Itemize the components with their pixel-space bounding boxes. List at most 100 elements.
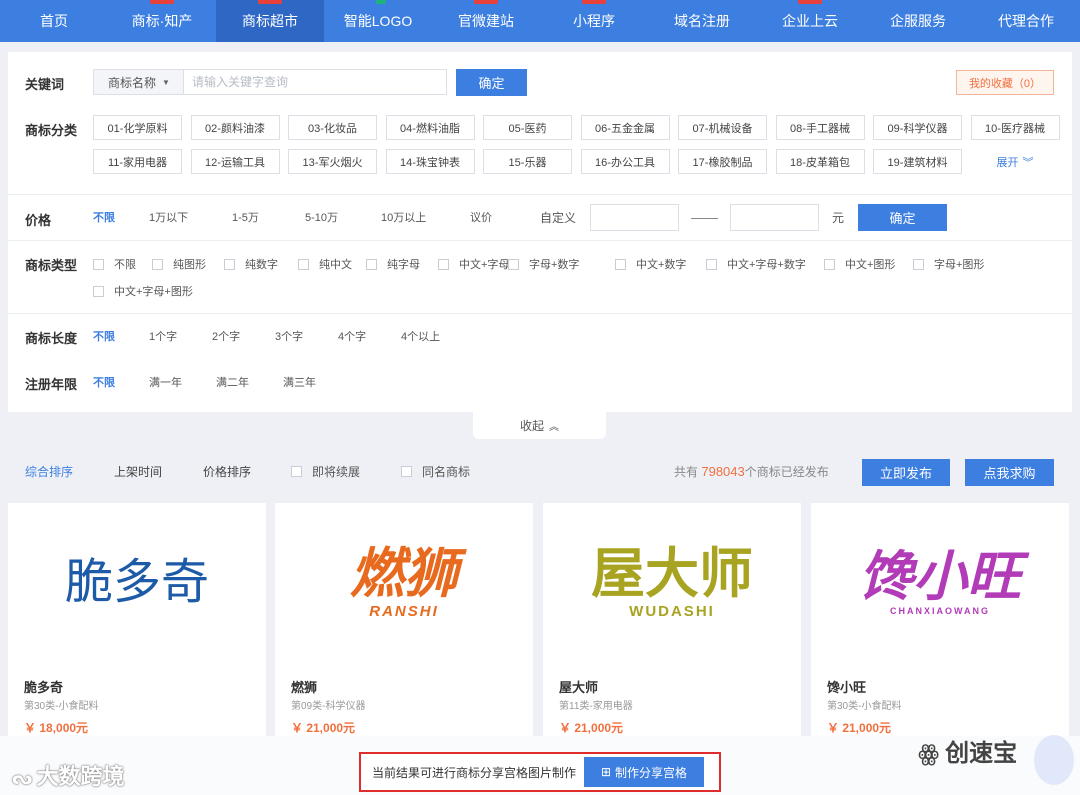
price-max-input[interactable] [730,204,819,231]
category-chip[interactable]: 06-五金金属 [580,115,670,140]
checkbox[interactable] [93,285,104,297]
nav-item[interactable]: 代理合作 [972,0,1080,42]
years-option[interactable]: 满三年 [283,374,316,390]
type-option[interactable]: 不限 [93,256,136,272]
type-option[interactable]: 纯中文 [298,256,352,272]
nav-item-label: 官微建站 [458,13,514,29]
type-option[interactable]: 纯图形 [152,256,206,272]
category-chip[interactable]: 16-办公工具 [580,149,670,174]
category-chip[interactable]: 15-乐器 [483,149,572,174]
my-favorites-button[interactable]: 我的收藏（0） [956,70,1054,95]
nav-item[interactable]: 首页 [0,0,108,42]
count-suffix: 个商标已经发布 [744,465,829,479]
trademark-class: 第30类-小食配料 [24,701,99,712]
category-chip[interactable]: 19-建筑材料 [873,149,962,174]
length-option[interactable]: 4个字 [338,328,366,344]
length-option[interactable]: 不限 [93,328,115,344]
sort-filter-check[interactable]: 即将续展 [291,463,360,480]
price-option[interactable]: 1-5万 [232,209,259,225]
years-option[interactable]: 不限 [93,374,115,390]
checkbox[interactable] [366,258,377,270]
length-option[interactable]: 1个字 [149,328,177,344]
collapse-toggle[interactable]: 收起 ︽ [473,412,606,439]
category-chip[interactable]: 04-燃料油脂 [385,115,475,140]
type-option-label: 中文+字母+数字 [727,259,806,271]
keyword-type-select[interactable]: 商标名称 ▼ [93,69,183,95]
nav-item[interactable]: 智能LOGO [324,0,432,42]
nav-item[interactable]: 企服服务 [864,0,972,42]
checkbox[interactable] [615,258,626,270]
price-option[interactable]: 1万以下 [149,209,188,225]
price-option[interactable]: 10万以上 [381,209,426,225]
checkbox[interactable] [298,258,309,270]
request-buy-button[interactable]: 点我求购 [965,459,1054,486]
publish-button[interactable]: 立即发布 [862,459,950,486]
category-chip[interactable]: 13-军火烟火 [288,149,377,174]
category-chip[interactable]: 10-医疗器械 [970,115,1060,140]
sort-option[interactable]: 价格排序 [203,463,251,480]
price-option[interactable]: 不限 [93,209,115,225]
type-option[interactable]: 纯数字 [224,256,278,272]
category-chip[interactable]: 05-医药 [483,115,572,140]
type-option[interactable]: 纯字母 [366,256,420,272]
type-option[interactable]: 中文+字母+图形 [93,283,193,299]
keyword-confirm-button[interactable]: 确定 [456,69,527,96]
category-chip[interactable]: 02-颜料油漆 [190,115,280,140]
type-option[interactable]: 字母+数字 [508,256,579,272]
years-option[interactable]: 满一年 [149,374,182,390]
price-option[interactable]: 5-10万 [305,209,338,225]
checkbox[interactable] [706,258,717,270]
length-option[interactable]: 4个以上 [401,328,440,344]
type-option-label: 纯中文 [319,259,352,271]
checkbox[interactable] [152,258,163,270]
category-chip[interactable]: 14-珠宝钟表 [385,149,475,174]
nav-item[interactable]: 商标超市 [216,0,324,42]
nav-item[interactable]: 域名注册 [648,0,756,42]
checkbox[interactable] [224,258,235,270]
nav-item[interactable]: 官微建站 [432,0,540,42]
checkbox[interactable] [93,258,104,270]
type-option-label: 纯图形 [173,259,206,271]
category-chip[interactable]: 12-运输工具 [190,149,280,174]
checkbox[interactable] [401,466,412,477]
price-confirm-button[interactable]: 确定 [858,204,947,231]
years-option[interactable]: 满二年 [216,374,249,390]
keyword-input[interactable] [183,69,447,95]
custom-price-label: 自定义 [540,211,577,225]
checkbox[interactable] [824,258,835,270]
type-option[interactable]: 中文+图形 [824,256,895,272]
checkbox[interactable] [438,258,449,270]
length-label: 商标长度 [25,331,78,346]
category-chip[interactable]: 11-家用电器 [93,149,182,174]
type-option[interactable]: 字母+图形 [913,256,984,272]
make-share-grid-button[interactable]: ⊞ 制作分享宫格 [584,757,705,787]
nav-item[interactable]: 商标·知产 [108,0,216,42]
nav-item-label: 代理合作 [998,13,1054,29]
category-chip[interactable]: 18-皮革箱包 [775,149,865,174]
nav-item[interactable]: 企业上云 [756,0,864,42]
type-option-label: 字母+数字 [529,259,580,271]
expand-categories-button[interactable]: 展开 ︾ [971,149,1060,174]
length-option[interactable]: 2个字 [212,328,240,344]
category-chip[interactable]: 08-手工器械 [775,115,865,140]
category-chip[interactable]: 17-橡胶制品 [678,149,767,174]
type-option[interactable]: 中文+数字 [615,256,686,272]
nav-item[interactable]: 小程序 [540,0,648,42]
length-option[interactable]: 3个字 [275,328,303,344]
nav-badge [150,0,174,4]
category-chip[interactable]: 01-化学原料 [93,115,182,140]
sort-option[interactable]: 上架时间 [114,463,162,480]
price-min-input[interactable] [590,204,679,231]
sort-filter-check[interactable]: 同名商标 [401,463,470,480]
category-chip[interactable]: 09-科学仪器 [873,115,962,140]
type-option[interactable]: 中文+字母 [438,256,509,272]
category-chip[interactable]: 07-机械设备 [678,115,767,140]
price-option[interactable]: 议价 [470,209,492,225]
checkbox[interactable] [291,466,302,477]
category-chip[interactable]: 03-化妆品 [288,115,377,140]
checkbox[interactable] [508,258,519,270]
sort-option[interactable]: 综合排序 [25,463,73,480]
type-option[interactable]: 中文+字母+数字 [706,256,806,272]
checkbox[interactable] [913,258,924,270]
years-label: 注册年限 [25,377,78,392]
